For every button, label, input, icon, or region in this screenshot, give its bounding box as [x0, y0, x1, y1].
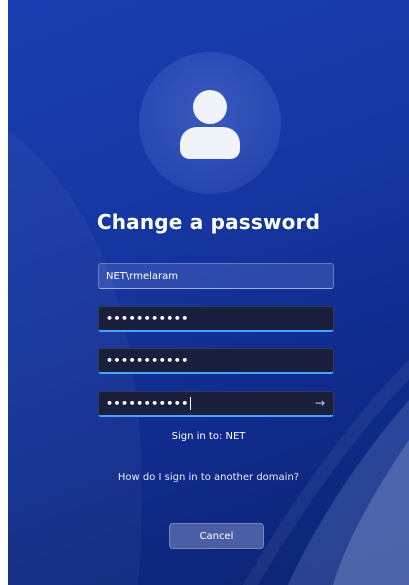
lock-screen: Change a password NET\rmelaram •••••••••… — [8, 0, 409, 585]
confirm-password-value: ••••••••••• — [106, 397, 189, 410]
arrow-right-icon[interactable]: → — [315, 396, 325, 410]
confirm-password-field[interactable]: ••••••••••• → — [98, 391, 334, 417]
other-domain-help-link[interactable]: How do I sign in to another domain? — [8, 472, 409, 483]
page-title: Change a password — [96, 210, 321, 234]
avatar — [139, 52, 281, 194]
sign-in-domain-text: Sign in to: NET — [171, 431, 246, 442]
old-password-field[interactable]: ••••••••••• — [98, 306, 334, 332]
new-password-field[interactable]: ••••••••••• — [98, 348, 334, 374]
cancel-button[interactable]: Cancel — [169, 523, 264, 549]
new-password-value: ••••••••••• — [106, 354, 189, 367]
text-caret — [189, 397, 191, 410]
username-field[interactable]: NET\rmelaram — [98, 263, 334, 289]
old-password-value: ••••••••••• — [106, 312, 189, 325]
username-value: NET\rmelaram — [106, 270, 178, 282]
user-silhouette-icon — [180, 90, 240, 159]
